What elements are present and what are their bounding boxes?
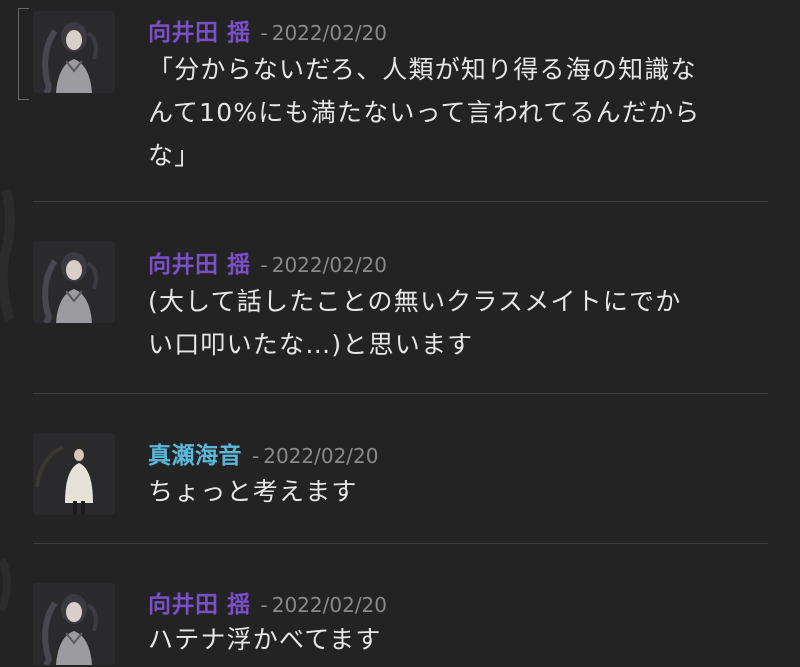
author-name[interactable]: 向井田 揺 [148, 20, 251, 46]
timestamp: 2022/02/20 [271, 253, 388, 277]
message-line: ちょっと考えます [148, 477, 358, 506]
timestamp: 2022/02/20 [263, 444, 379, 468]
message-line: ハテナ浮かべてます [148, 625, 382, 654]
character-avatar-icon[interactable] [33, 11, 115, 93]
message-line: (大して話したことの無いクラスメイトにでか [148, 287, 682, 316]
divider [33, 543, 768, 544]
character-avatar-icon[interactable] [33, 583, 115, 665]
divider [33, 201, 768, 202]
message-text: ちょっと考えます [148, 470, 748, 513]
message-line: な」 [148, 141, 201, 170]
message-line: 「分からないだろ、人類が知り得る海の知識な [148, 55, 697, 84]
timestamp: 2022/02/20 [271, 593, 388, 617]
message-text: ハテナ浮かべてます [148, 618, 748, 661]
message-text: (大して話したことの無いクラスメイトにでか い口叩いたな…)と思います [148, 280, 748, 366]
character-avatar-icon[interactable] [33, 433, 115, 515]
author-name[interactable]: 真瀬海音 [148, 443, 242, 469]
separator: - [252, 444, 260, 468]
message-line: んて10%にも満たないって言われてるんだから [148, 98, 701, 127]
character-avatar-icon[interactable] [33, 241, 115, 323]
selection-bracket [18, 8, 29, 100]
author-name[interactable]: 向井田 揺 [148, 592, 251, 618]
author-name[interactable]: 向井田 揺 [148, 252, 251, 278]
divider [33, 393, 768, 394]
separator: - [260, 21, 268, 45]
message-text: 「分からないだろ、人類が知り得る海の知識な んて10%にも満たないって言われてる… [148, 48, 748, 177]
separator: - [260, 253, 268, 277]
separator: - [260, 593, 268, 617]
timestamp: 2022/02/20 [271, 21, 388, 45]
message-line: い口叩いたな…)と思います [148, 330, 474, 359]
